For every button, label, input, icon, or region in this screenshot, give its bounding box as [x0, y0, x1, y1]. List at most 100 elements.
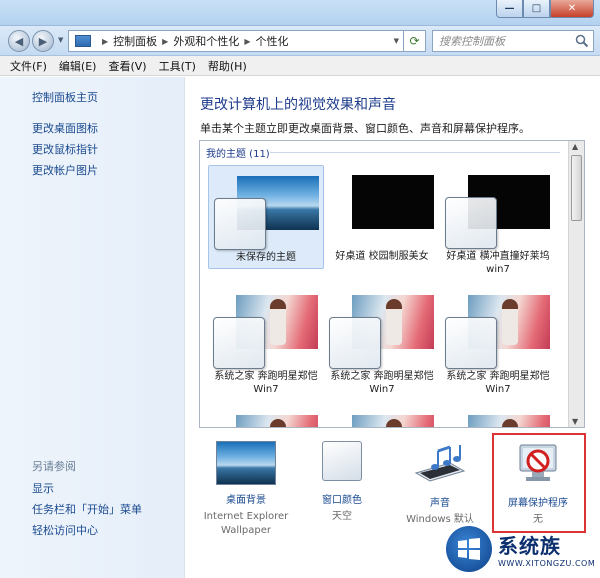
breadcrumb-item-control-panel[interactable]: 控制面板 [113, 33, 157, 49]
screen-saver-setting[interactable]: 屏幕保护程序 无 [490, 441, 586, 527]
theme-tile-partial[interactable] [440, 405, 556, 427]
sidebar-link-account-picture[interactable]: 更改帐户图片 [32, 162, 98, 178]
watermark-text: 系统族 WWW.XITONGZU.COM [498, 530, 595, 568]
watermark-title: 系统族 [498, 534, 561, 558]
sidebar-link-desktop-icons[interactable]: 更改桌面图标 [32, 120, 98, 136]
refresh-button[interactable]: ⟳ [404, 30, 426, 52]
control-panel-icon [75, 35, 91, 47]
page-title: 更改计算机上的视觉效果和声音 [200, 97, 396, 113]
recent-pages-dropdown[interactable]: ▼ [58, 36, 63, 44]
theme-preview [324, 405, 440, 427]
minimize-button[interactable]: — [496, 0, 523, 18]
windows-flag-icon [458, 538, 480, 560]
window-color-swatch [445, 197, 497, 249]
music-notes-icon [414, 445, 466, 482]
theme-wallpaper-thumbnail [236, 415, 318, 427]
sidebar-link-mouse-pointer[interactable]: 更改鼠标指针 [32, 141, 98, 157]
theme-preview [440, 285, 556, 369]
group-header-my-themes: 我的主题 (11) [206, 149, 270, 160]
desktop-background-setting[interactable]: 桌面背景 Internet Explorer Wallpaper [198, 441, 294, 538]
see-also-heading: 另请参阅 [32, 460, 76, 473]
chevron-right-icon: ▶ [102, 36, 109, 46]
scrollbar-thumb[interactable] [571, 155, 582, 221]
window-color-value: 天空 [332, 511, 352, 522]
theme-tile[interactable]: 系统之家 奔跑明星郑恺Win7 [440, 285, 556, 400]
search-box[interactable] [432, 30, 594, 52]
menu-view[interactable]: 查看(V) [108, 58, 146, 74]
window-color-swatch [329, 317, 381, 369]
site-watermark: 系统族 WWW.XITONGZU.COM [446, 520, 600, 578]
sidebar-link-control-panel-home[interactable]: 控制面板主页 [32, 89, 98, 105]
desktop-background-link[interactable]: 桌面背景 [198, 491, 294, 506]
window-color-swatch [445, 317, 497, 369]
theme-preview [324, 285, 440, 369]
theme-gallery-scrollbar[interactable]: ▲ ▼ [568, 141, 584, 427]
menu-file[interactable]: 文件(F) [10, 58, 47, 74]
breadcrumb: ▶ 控制面板 ▶ 外观和个性化 ▶ 个性化 [97, 33, 288, 49]
theme-label: 好桌道 校园制服美女 [335, 251, 429, 262]
theme-tile-partial[interactable] [324, 405, 440, 427]
breadcrumb-item-personalization[interactable]: 个性化 [255, 33, 288, 49]
window-controls: — □ ✕ [496, 0, 594, 18]
screen-saver-link[interactable]: 屏幕保护程序 [490, 494, 586, 509]
theme-label: 系统之家 奔跑明星郑恺Win7 [446, 371, 550, 395]
main-content: 更改计算机上的视觉效果和声音 单击某个主题立即更改桌面背景、窗口颜色、声音和屏幕… [186, 77, 600, 578]
menu-bar: 文件(F) 编辑(E) 查看(V) 工具(T) 帮助(H) [0, 56, 600, 76]
sidebar: 控制面板主页 更改桌面图标 更改鼠标指针 更改帐户图片 另请参阅 显示 任务栏和… [0, 77, 185, 578]
window-color-swatch [214, 198, 266, 250]
chevron-right-icon[interactable]: ▶ [162, 37, 168, 46]
theme-tile[interactable]: 系统之家 奔跑明星郑恺Win7 [324, 285, 440, 400]
window-color-swatch [213, 317, 265, 369]
back-button[interactable]: ◀ [8, 30, 30, 52]
maximize-button[interactable]: □ [523, 0, 550, 18]
theme-tile[interactable]: 好桌道 横冲直撞好莱坞win7 [440, 165, 556, 280]
group-header-divider [270, 152, 560, 153]
title-bar: — □ ✕ [0, 0, 600, 26]
theme-preview [209, 166, 323, 250]
refresh-icon: ⟳ [409, 34, 420, 48]
theme-preview [324, 165, 440, 247]
menu-edit[interactable]: 编辑(E) [59, 58, 97, 74]
theme-preview [208, 285, 324, 369]
sounds-setting[interactable]: 声音 Windows 默认 [392, 441, 488, 527]
theme-tile-partial[interactable] [208, 405, 324, 427]
address-dropdown-icon[interactable]: ▼ [394, 37, 399, 45]
page-subtitle: 单击某个主题立即更改桌面背景、窗口颜色、声音和屏幕保护程序。 [200, 122, 530, 135]
forward-button[interactable]: ▶ [32, 30, 54, 52]
theme-wallpaper-thumbnail [468, 415, 550, 427]
theme-tile[interactable]: 未保存的主题 [208, 165, 324, 269]
theme-gallery[interactable]: 我的主题 (11) 未保存的主题 好桌道 校园制服美女 好桌道 横冲直撞好莱坞w… [199, 140, 585, 428]
menu-tools[interactable]: 工具(T) [159, 58, 196, 74]
window-color-icon [322, 441, 362, 481]
theme-tile[interactable]: 好桌道 校园制服美女 [324, 165, 440, 267]
desktop-background-icon [216, 441, 276, 485]
screen-saver-icon [519, 444, 557, 481]
chevron-right-icon[interactable]: ▶ [244, 37, 250, 46]
theme-label: 系统之家 奔跑明星郑恺Win7 [330, 371, 434, 395]
menu-help[interactable]: 帮助(H) [208, 58, 247, 74]
search-input[interactable] [439, 34, 569, 48]
close-button[interactable]: ✕ [550, 0, 594, 18]
address-bar[interactable]: ▶ 控制面板 ▶ 外观和个性化 ▶ 个性化 ▼ [68, 30, 404, 52]
theme-wallpaper-thumbnail [352, 175, 434, 229]
search-icon[interactable] [575, 34, 589, 48]
window-color-link[interactable]: 窗口颜色 [294, 491, 390, 506]
theme-preview [208, 405, 324, 427]
scroll-down-icon[interactable]: ▼ [572, 417, 578, 426]
sounds-link[interactable]: 声音 [392, 494, 488, 509]
scroll-up-icon[interactable]: ▲ [572, 142, 578, 151]
navigation-bar: ◀ ▶ ▼ ▶ 控制面板 ▶ 外观和个性化 ▶ 个性化 ▼ ⟳ [0, 26, 600, 56]
theme-preview [440, 405, 556, 427]
sidebar-link-display[interactable]: 显示 [32, 480, 54, 496]
theme-label: 系统之家 奔跑明星郑恺Win7 [214, 371, 318, 395]
theme-preview [440, 165, 556, 249]
watermark-url: WWW.XITONGZU.COM [498, 559, 596, 568]
theme-tile[interactable]: 系统之家 奔跑明星郑恺Win7 [208, 285, 324, 400]
theme-label: 好桌道 横冲直撞好莱坞win7 [446, 251, 550, 275]
sidebar-link-taskbar-start-menu[interactable]: 任务栏和「开始」菜单 [32, 501, 142, 517]
breadcrumb-item-appearance[interactable]: 外观和个性化 [173, 33, 239, 49]
sidebar-link-ease-of-access[interactable]: 轻松访问中心 [32, 522, 98, 538]
window-color-setting[interactable]: 窗口颜色 天空 [294, 441, 390, 524]
windows-logo-icon [446, 526, 492, 572]
theme-label: 未保存的主题 [236, 252, 296, 263]
